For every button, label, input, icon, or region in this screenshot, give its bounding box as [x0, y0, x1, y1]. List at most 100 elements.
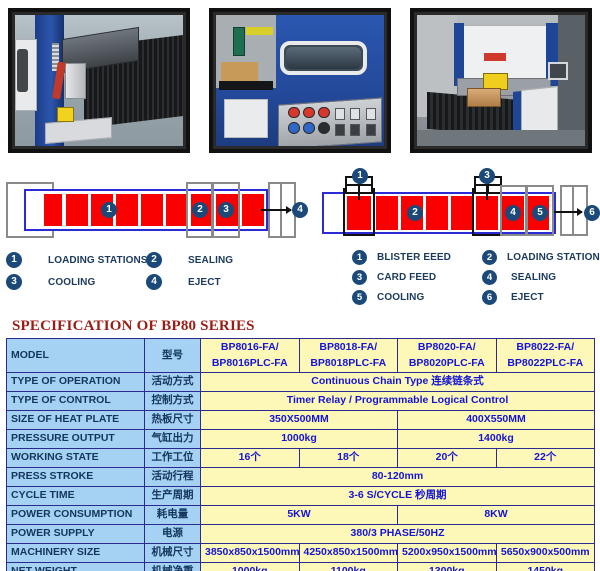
- row-label-cn: 活动方式: [144, 371, 201, 392]
- table-row: POWER CONSUMPTION 耗电量 5KW 8KW: [6, 504, 595, 525]
- cell-text-cn: 个: [545, 451, 557, 464]
- table-row: WORKING STATE 工作工位 16个 18个 20个 22个: [6, 447, 595, 468]
- blister-feed-drop-line: [358, 184, 360, 200]
- cell-value: 350X500MM: [200, 409, 398, 430]
- row-label-cn: 机械尺寸: [144, 542, 201, 563]
- cell-value: 1450kg: [495, 561, 595, 571]
- legend-marker: 2: [146, 252, 162, 268]
- cell-value: 22个: [495, 447, 595, 468]
- legend-label: SEALING: [188, 254, 234, 266]
- cell-text-cn: 连续链条式: [431, 375, 484, 388]
- row-label-cn: 工作工位: [144, 447, 201, 468]
- station-pad: [116, 194, 138, 226]
- legend-label: CARD FEED: [377, 272, 437, 283]
- photo-1-press-head: [8, 8, 190, 153]
- legend-label: SEALING: [511, 272, 557, 283]
- legend-item: 2 SEALING: [146, 252, 233, 268]
- cell-value: BP8018-FA/BP8018PLC-FA: [298, 338, 398, 373]
- cell-text: 18: [337, 451, 349, 464]
- model-line-1: BP8022-FA/: [516, 341, 575, 353]
- model-line-1: BP8018-FA/: [319, 341, 378, 353]
- cell-value: 380/3 PHASE/50HZ: [200, 523, 595, 544]
- row-label: SIZE OF HEAT PLATE: [6, 409, 145, 430]
- diagram-area: 1 2 3 4 1 LOADING STATIONS 2 SEALING 3 C…: [0, 168, 600, 316]
- cell-value: 400X550MM: [397, 409, 595, 430]
- model-line-2: BP8020PLC-FA: [408, 357, 485, 370]
- photo-2-control-panel: [209, 8, 391, 153]
- legend-item: 2 LOADING STATIONS: [482, 250, 600, 265]
- cell-value: BP8020-FA/BP8020PLC-FA: [397, 338, 497, 373]
- row-label-cn: 耗电量: [144, 504, 201, 525]
- eject-arrow: [554, 208, 583, 216]
- cell-value: BP8022-FA/BP8022PLC-FA: [495, 338, 595, 373]
- cell-text: Continuous Chain Type: [311, 375, 432, 388]
- row-label: NET WEIGHT: [6, 561, 145, 571]
- row-label-cn: 机械净重: [144, 561, 201, 571]
- station-pad: [426, 196, 448, 230]
- cell-text: 3-6 S/CYCLE: [348, 489, 416, 502]
- cell-value: 5200x950x1500mm: [397, 542, 497, 563]
- marker-2: 2: [192, 202, 208, 218]
- cell-value: 20个: [397, 447, 497, 468]
- legend-marker: 4: [146, 274, 162, 290]
- legend-item: 5 COOLING: [352, 290, 424, 305]
- photo-strip: [0, 0, 600, 168]
- legend-item: 3 CARD FEED: [352, 270, 436, 285]
- cell-value: BP8016-FA/BP8016PLC-FA: [200, 338, 300, 373]
- marker-3: 3: [479, 168, 495, 184]
- cell-value: 1000kg: [200, 428, 398, 449]
- legend-label: LOADING STATIONS: [48, 254, 148, 266]
- marker-3: 3: [218, 202, 234, 218]
- legend-label: COOLING: [377, 292, 425, 303]
- model-line-1: BP8020-FA/: [417, 341, 476, 353]
- cell-value: Continuous Chain Type 连续链条式: [200, 371, 595, 392]
- legend-right: 1 BLISTER EEED 2 LOADING STATIONS 3 CARD…: [300, 250, 600, 310]
- row-label: PRESSURE OUTPUT: [6, 428, 145, 449]
- table-row: POWER SUPPLY 电源 380/3 PHASE/50HZ: [6, 523, 595, 544]
- legend-item: 1 LOADING STATIONS: [6, 252, 148, 268]
- cell-value: 4250x850x1500mm: [298, 542, 398, 563]
- cell-text-cn: 个: [348, 451, 360, 464]
- legend-marker: 3: [6, 274, 22, 290]
- row-label: TYPE OF OPERATION: [6, 371, 145, 392]
- row-label: WORKING STATE: [6, 447, 145, 468]
- row-label: MACHINERY SIZE: [6, 542, 145, 563]
- model-line-2: BP8016PLC-FA: [211, 357, 288, 370]
- eject-arrow: [261, 206, 292, 214]
- cell-text: 20: [435, 451, 448, 464]
- legend-label: COOLING: [48, 276, 96, 288]
- cell-value: 3-6 S/CYCLE 秒周期: [200, 485, 595, 506]
- row-label-cn: 活动行程: [144, 466, 201, 487]
- cell-text: 16: [238, 451, 251, 464]
- legend-item: 4 EJECT: [146, 274, 221, 290]
- model-line-1: BP8016-FA/: [220, 341, 279, 353]
- row-label: POWER SUPPLY: [6, 523, 145, 544]
- row-label: CYCLE TIME: [6, 485, 145, 506]
- row-label-cn: 生产周期: [144, 485, 201, 506]
- table-row: MACHINERY SIZE 机械尺寸 3850x850x1500mm 4250x85…: [6, 542, 595, 563]
- table-row: PRESS STROKE 活动行程 80-120mm: [6, 466, 595, 487]
- cell-text: 22: [534, 451, 546, 464]
- photo-3-full-machine: [410, 8, 592, 153]
- cell-value: 1100kg: [298, 561, 398, 571]
- table-row: TYPE OF CONTROL 控制方式 Timer Relay / Program…: [6, 390, 595, 411]
- station-pad: [451, 196, 473, 230]
- legend-label: BLISTER EEED: [377, 252, 451, 263]
- cell-value: 1400kg: [397, 428, 595, 449]
- station-pad: [166, 194, 188, 226]
- row-label-cn: 电源: [144, 523, 201, 544]
- legend-marker: 2: [482, 250, 497, 265]
- cell-text-cn: 个: [447, 451, 458, 464]
- marker-5: 5: [532, 205, 548, 221]
- marker-2: 2: [407, 205, 423, 221]
- cell-text-cn: 个: [250, 451, 261, 464]
- cell-value: 16个: [200, 447, 300, 468]
- row-label: POWER CONSUMPTION: [6, 504, 145, 525]
- table-row: NET WEIGHT机械净重1000kg1100kg1300kg1450kg: [6, 561, 595, 571]
- station-pad: [66, 194, 88, 226]
- marker-6: 6: [584, 205, 600, 221]
- legend-label: EJECT: [188, 276, 221, 288]
- diagram-left-machine: 1 2 3 4: [6, 180, 308, 242]
- specification-section: SPECIFICATION OF BP80 SERIES MODEL 型号 BP80…: [0, 316, 600, 571]
- table-row: PRESSURE OUTPUT 气缸出力 1000kg 1400kg: [6, 428, 595, 449]
